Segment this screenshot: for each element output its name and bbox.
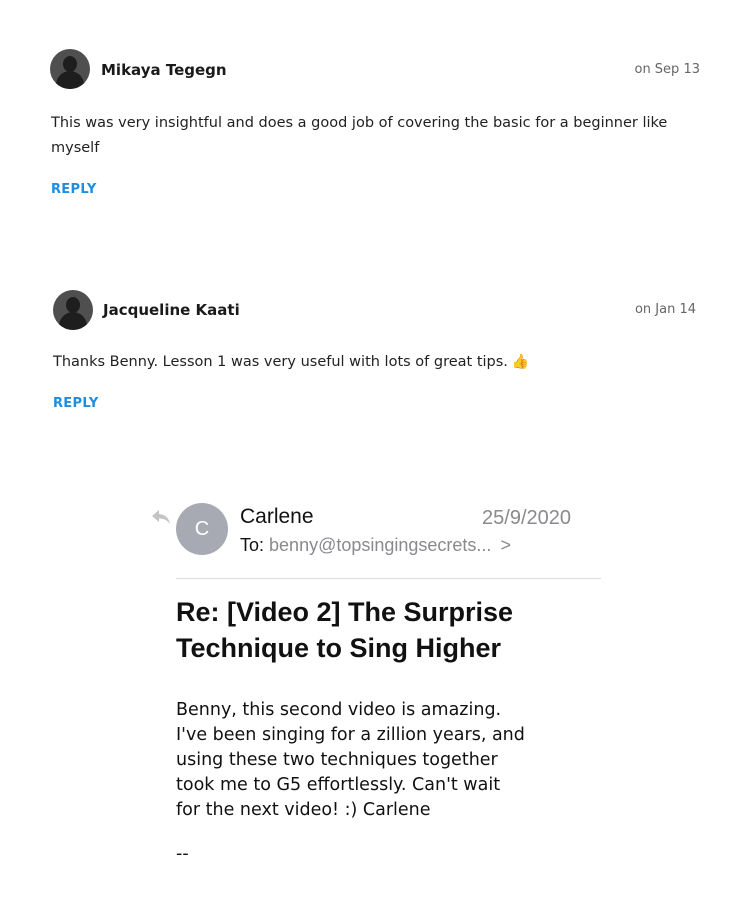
email-body: Benny, this second video is amazing. I'v… [176, 700, 525, 820]
sender-avatar: C [176, 503, 228, 555]
chevron-right-icon[interactable]: > [500, 535, 511, 555]
comment-text-line: Thanks Benny. Lesson 1 was very useful w… [53, 354, 508, 370]
email-recipient[interactable]: To: benny@topsingingsecrets... > [240, 535, 511, 556]
comment-author[interactable]: Mikaya Tegegn [101, 61, 227, 79]
recipient-address: benny@topsingingsecrets... [269, 535, 492, 555]
comment-date: on Sep 13 [634, 62, 700, 77]
user-avatar-icon[interactable] [53, 290, 93, 330]
comment-author[interactable]: Jacqueline Kaati [103, 301, 240, 319]
email-signature: -- [176, 844, 189, 864]
user-avatar-icon[interactable] [50, 49, 90, 89]
comment-date: on Jan 14 [634, 302, 696, 317]
to-label: To: [240, 535, 265, 555]
comment-text: Thanks Benny. Lesson 1 was very useful w… [53, 350, 713, 375]
email-sender-name: Carlene [240, 505, 314, 528]
comment-text-line: myself [51, 140, 100, 156]
reply-button[interactable]: REPLY [51, 182, 97, 197]
thumbs-up-icon: 👍 [511, 354, 530, 370]
comment-text: This was very insightful and does a good… [51, 111, 711, 161]
reply-arrow-icon[interactable] [151, 509, 171, 525]
email-subject: Re: [Video 2] The Surprise Technique to … [176, 597, 514, 663]
email-date: 25/9/2020 [482, 507, 571, 529]
comment-text-line: This was very insightful and does a good… [51, 115, 668, 131]
divider [176, 578, 601, 579]
reply-button[interactable]: REPLY [53, 396, 99, 411]
